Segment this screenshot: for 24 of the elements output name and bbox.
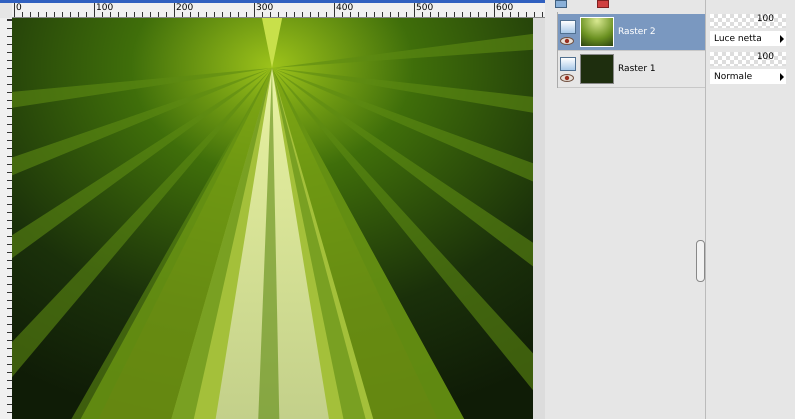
ruler-label: 500 — [414, 3, 434, 13]
dropdown-arrow-icon[interactable] — [780, 72, 784, 80]
ruler-label: 400 — [334, 3, 354, 13]
ruler-label: 100 — [94, 3, 114, 13]
opacity-field[interactable]: 100 — [710, 52, 786, 66]
raster-layer-icon — [560, 56, 576, 70]
panel-collapse-handle[interactable] — [696, 240, 705, 282]
dropdown-arrow-icon[interactable] — [780, 34, 784, 42]
raster-layer-icon — [560, 20, 576, 34]
opacity-field[interactable]: 100 — [710, 14, 786, 28]
ruler-label: 200 — [174, 3, 194, 13]
ruler-label: 300 — [254, 3, 274, 13]
ruler-label: 0 — [14, 3, 22, 13]
eye-icon[interactable] — [560, 74, 574, 82]
layer-name: Raster 2 — [618, 27, 656, 37]
layer-row[interactable]: Raster 1 — [558, 51, 705, 88]
layer-thumbnail — [580, 54, 614, 84]
ruler-label: 600 — [494, 3, 514, 13]
layer-thumbnail — [580, 17, 614, 47]
layer-name: Raster 1 — [618, 64, 656, 74]
eye-icon[interactable] — [560, 36, 574, 44]
blend-mode-dropdown[interactable]: Luce netta — [710, 31, 786, 46]
blend-mode-dropdown[interactable]: Normale — [710, 69, 786, 84]
new-layer-icon[interactable] — [555, 0, 567, 8]
